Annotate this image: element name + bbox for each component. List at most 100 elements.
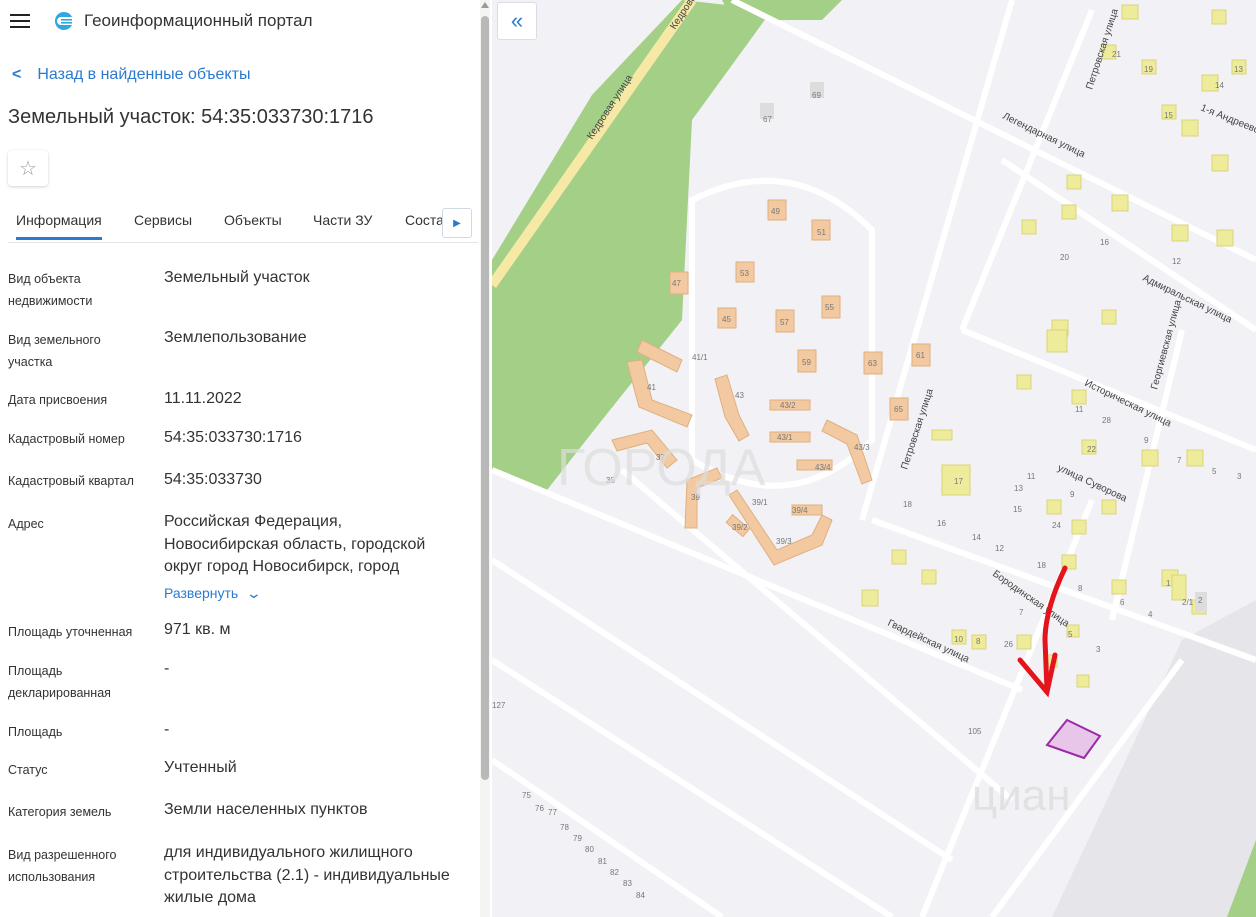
house-number: 84 — [636, 891, 645, 900]
house-number: 13 — [1014, 484, 1023, 493]
house-number: 12 — [995, 544, 1004, 553]
house-number: 45 — [722, 315, 731, 324]
property-value: Земли населенных пунктов — [164, 801, 368, 818]
house-number: 105 — [968, 727, 982, 736]
tab-services[interactable]: Сервисы — [134, 212, 192, 228]
expand-address-link[interactable]: Развернуть ⌄ — [164, 582, 464, 605]
street-label: улица Суворова — [1056, 463, 1129, 505]
house-number: 79 — [573, 834, 582, 843]
watermark-cian: циан — [972, 771, 1071, 820]
portal-logo-icon — [54, 11, 72, 30]
house-number: 43/1 — [777, 433, 793, 442]
house-number: 18 — [903, 500, 912, 509]
property-value: 54:35:033730:1716 — [164, 429, 302, 446]
property-label: Площадь — [8, 725, 63, 739]
panel-scrollbar[interactable] — [480, 0, 490, 917]
tabs-scroll-right-button[interactable]: ▶ — [442, 208, 472, 238]
house-number: 53 — [740, 269, 749, 278]
house-number: 76 — [535, 804, 544, 813]
house-number: 47 — [672, 279, 681, 288]
house-number: 7 — [1177, 456, 1182, 465]
house-number: 43/3 — [854, 443, 870, 452]
property-value: Землепользование — [164, 329, 307, 346]
house-number: 39/4 — [792, 506, 808, 515]
house-number: 16 — [1100, 238, 1109, 247]
hamburger-icon[interactable] — [10, 14, 30, 28]
selected-parcel[interactable] — [1045, 718, 1102, 760]
house-number: 77 — [548, 808, 557, 817]
house-number: 57 — [780, 318, 789, 327]
scroll-up-icon[interactable] — [481, 2, 489, 8]
house-number: 3 — [1237, 472, 1242, 481]
house-number: 82 — [610, 868, 619, 877]
house-number: 16 — [937, 519, 946, 528]
house-number: 5 — [1212, 467, 1217, 476]
house-number: 80 — [585, 845, 594, 854]
house-number: 26 — [1004, 640, 1013, 649]
red-arrow-annotation — [1017, 565, 1068, 698]
map-view[interactable]: 49 51 47 53 45 57 55 63 61 59 41/1 41 43… — [492, 0, 1256, 917]
tab-objects[interactable]: Объекты — [224, 212, 282, 228]
house-number: 69 — [812, 91, 821, 100]
house-number: 8 — [976, 637, 981, 646]
house-number: 9 — [1144, 436, 1149, 445]
house-number: 1 — [1166, 579, 1171, 588]
house-number: 11 — [1075, 405, 1084, 414]
chevron-down-icon: ⌄ — [245, 585, 263, 601]
house-number: 78 — [560, 823, 569, 832]
chevron-left-icon: < — [12, 66, 22, 83]
property-label: Дата присвоения — [8, 393, 108, 407]
tab-composition[interactable]: Соста — [405, 212, 444, 228]
house-number: 18 — [1037, 561, 1046, 570]
property-label: Вид объекта недвижимости — [8, 272, 93, 308]
house-number: 63 — [868, 359, 877, 368]
house-number: 9 — [1070, 490, 1075, 499]
house-number: 49 — [771, 207, 780, 216]
property-value: Учтенный — [164, 759, 237, 776]
tab-parts[interactable]: Части ЗУ — [313, 212, 372, 228]
house-number: 21 — [1112, 50, 1121, 59]
tab-information[interactable]: Информация — [16, 212, 102, 240]
collapse-panel-button[interactable]: « — [497, 2, 537, 40]
property-value: 54:35:033730 — [164, 471, 262, 488]
property-value: - — [164, 660, 170, 677]
house-number: 43/2 — [780, 401, 796, 410]
house-number: 81 — [598, 857, 607, 866]
back-link-label: Назад в найденные объекты — [37, 66, 251, 83]
house-number: 14 — [972, 533, 981, 542]
property-label: Вид земельного участка — [8, 333, 101, 369]
property-value: для индивидуального жилищного строительс… — [164, 844, 450, 906]
house-number: 20 — [1060, 253, 1069, 262]
house-number: 127 — [492, 701, 506, 710]
info-panel: Геоинформационный портал < Назад в найден… — [0, 0, 492, 917]
property-label: Вид разрешенного использования — [8, 848, 117, 884]
tab-bar: Информация Сервисы Объекты Части ЗУ Сост… — [8, 202, 478, 243]
house-number: 10 — [954, 635, 963, 644]
house-number: 39/1 — [752, 498, 768, 507]
house-number: 8 — [1078, 584, 1083, 593]
house-number: 7 — [1019, 608, 1024, 617]
house-number: 51 — [817, 228, 826, 237]
house-number: 3 — [1096, 645, 1101, 654]
street-label: 1-я Андреевс — [1199, 103, 1256, 136]
scrollbar-thumb[interactable] — [481, 16, 489, 780]
property-label: Площадь декларированная — [8, 664, 111, 700]
property-value: 11.11.2022 — [164, 390, 242, 407]
favorite-button[interactable]: ☆ — [8, 150, 48, 186]
house-number: 12 — [1172, 257, 1181, 266]
house-number: 19 — [1144, 65, 1153, 74]
back-to-results-link[interactable]: < Назад в найденные объекты — [12, 66, 250, 84]
property-label: Кадастровый квартал — [8, 474, 134, 488]
house-number: 4 — [1148, 610, 1153, 619]
house-number: 39/3 — [776, 537, 792, 546]
house-number: 5 — [1068, 630, 1073, 639]
house-number: 43 — [735, 391, 744, 400]
house-number: 83 — [623, 879, 632, 888]
house-number: 41/1 — [692, 353, 708, 362]
app-header: Геоинформационный портал — [0, 0, 480, 42]
house-number: 14 — [1215, 81, 1224, 90]
map-canvas[interactable]: 49 51 47 53 45 57 55 63 61 59 41/1 41 43… — [492, 0, 1256, 917]
house-number: 15 — [1164, 111, 1173, 120]
property-value: Земельный участок — [164, 269, 310, 286]
house-number: 39/2 — [732, 523, 748, 532]
